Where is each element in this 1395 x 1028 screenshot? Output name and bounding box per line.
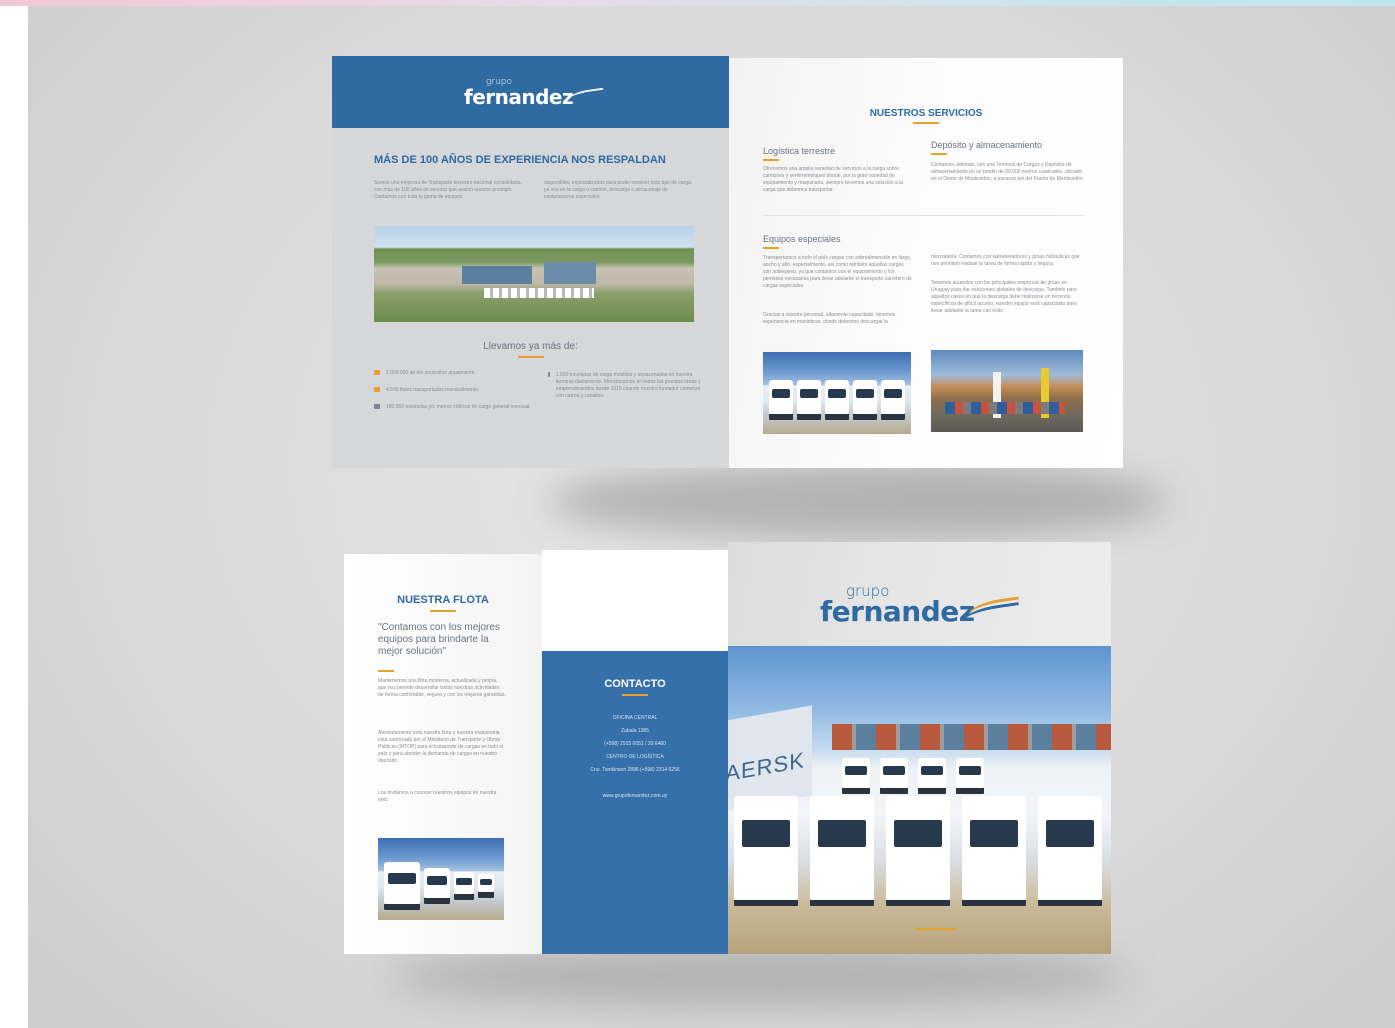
page-headline: MÁS DE 100 AÑOS DE EXPERIENCIA NOS RESPA… (374, 154, 666, 166)
service3-text-b: Gracias a nuestro personal, altamente ca… (763, 312, 896, 325)
inside-right-panel: NUESTROS SERVICIOS Logística terrestre O… (729, 58, 1123, 468)
stats-right: 1.500 toneladas de carga movidas y almac… (548, 372, 704, 400)
stat-item: 2.000.000 de km recorridos anualmente. (374, 370, 544, 377)
stat-item: 4.500 fletes transportados mensualmente. (374, 387, 544, 394)
cover-fleet-photo: MAERSK (728, 646, 1111, 954)
service3-text: Transportamos a todo el país cargas con … (763, 255, 912, 289)
terminal-aerial-photo (374, 226, 694, 322)
fleet-quote: "Contamos con los mejores equipos para b… (378, 622, 500, 657)
contact-line: CENTRO DE LOGÍSTICA (606, 754, 664, 760)
contact-panel: CONTACTO OFICINA CENTRAL Zabala 1385 (+5… (542, 550, 728, 954)
contact-line: Zabala 1385 (621, 728, 649, 734)
contact-line: (+598) 2915 0051 / 29 6460 (604, 741, 666, 747)
logo-fernandez: fernandez (820, 595, 975, 628)
service1-text: Ofrecemos una amplia variedad de servici… (763, 166, 904, 193)
brand-logo-large: grupo fernandez (820, 584, 975, 626)
logo-fernandez: fernandez (464, 85, 574, 109)
stats-list: 2.000.000 de km recorridos anualmente. 4… (374, 370, 544, 411)
website-link[interactable]: www.grupofernandez.com.uy (542, 790, 728, 803)
box-icon (374, 387, 380, 392)
bottom-brochure-shadow (388, 946, 1128, 1006)
warehouse-icon (548, 372, 550, 377)
service2-title: Depósito y almacenamiento (931, 140, 1043, 150)
truck-icon (374, 370, 380, 375)
contact-details: OFICINA CENTRAL Zabala 1385 (+598) 2915 … (542, 712, 728, 803)
contact-line: Cno. Tomkinson 2896 (+598) 2314 6256 (590, 767, 680, 773)
fleet-trucks-photo (378, 838, 504, 920)
service1-title: Logística terrestre (763, 146, 836, 156)
stats-subheading: Llevamos ya más de: (483, 341, 578, 352)
inside-left-panel: grupo fernandez MÁS DE 100 AÑOS DE EXPER… (332, 56, 729, 468)
service3-col2a: mercadería. Contamos con autoelevadores … (931, 254, 1080, 267)
contact-title: CONTACTO (604, 678, 666, 690)
service3-title: Equipos especiales (763, 234, 841, 244)
fleet-para3: Los invitamos a conocer nuestros equipos… (378, 790, 497, 803)
services-title: NUESTROS SERVICIOS (869, 108, 983, 119)
top-brochure-shadow (548, 461, 1168, 541)
service2-text: Contamos, además, con una Terminal de Ca… (931, 162, 1084, 182)
special-equipment-photo (931, 350, 1083, 432)
subheading-rule (518, 356, 544, 358)
mockup-background: grupo fernandez MÁS DE 100 AÑOS DE EXPER… (28, 6, 1395, 1028)
contact-line: OFICINA CENTRAL (612, 715, 658, 721)
intro-text-col1: Somos una empresa de Transporte terrestr… (374, 180, 522, 200)
fleet-para2: Absolutamente toda nuestra flota y nuest… (378, 730, 504, 764)
intro-text-col2: disponibles, especializados para poder r… (544, 180, 693, 200)
fleet-title: NUESTRA FLOTA (397, 594, 489, 606)
fleet-para1: Mantenemos una flota moderna, actualizad… (378, 678, 506, 698)
trucks-lineup-photo (763, 352, 911, 434)
stat-item: 180.000 toneladas y/o metros cúbicos de … (374, 404, 544, 411)
brand-logo-small: grupo fernandez (464, 78, 574, 109)
weight-icon (374, 404, 380, 409)
service3-col2b: Tenemos acuerdos con las principales emp… (931, 280, 1077, 314)
cover-panel: grupo fernandez MAERSK (728, 542, 1111, 954)
services-rule (913, 122, 939, 124)
fleet-panel: NUESTRA FLOTA "Contamos con los mejores … (344, 554, 542, 954)
